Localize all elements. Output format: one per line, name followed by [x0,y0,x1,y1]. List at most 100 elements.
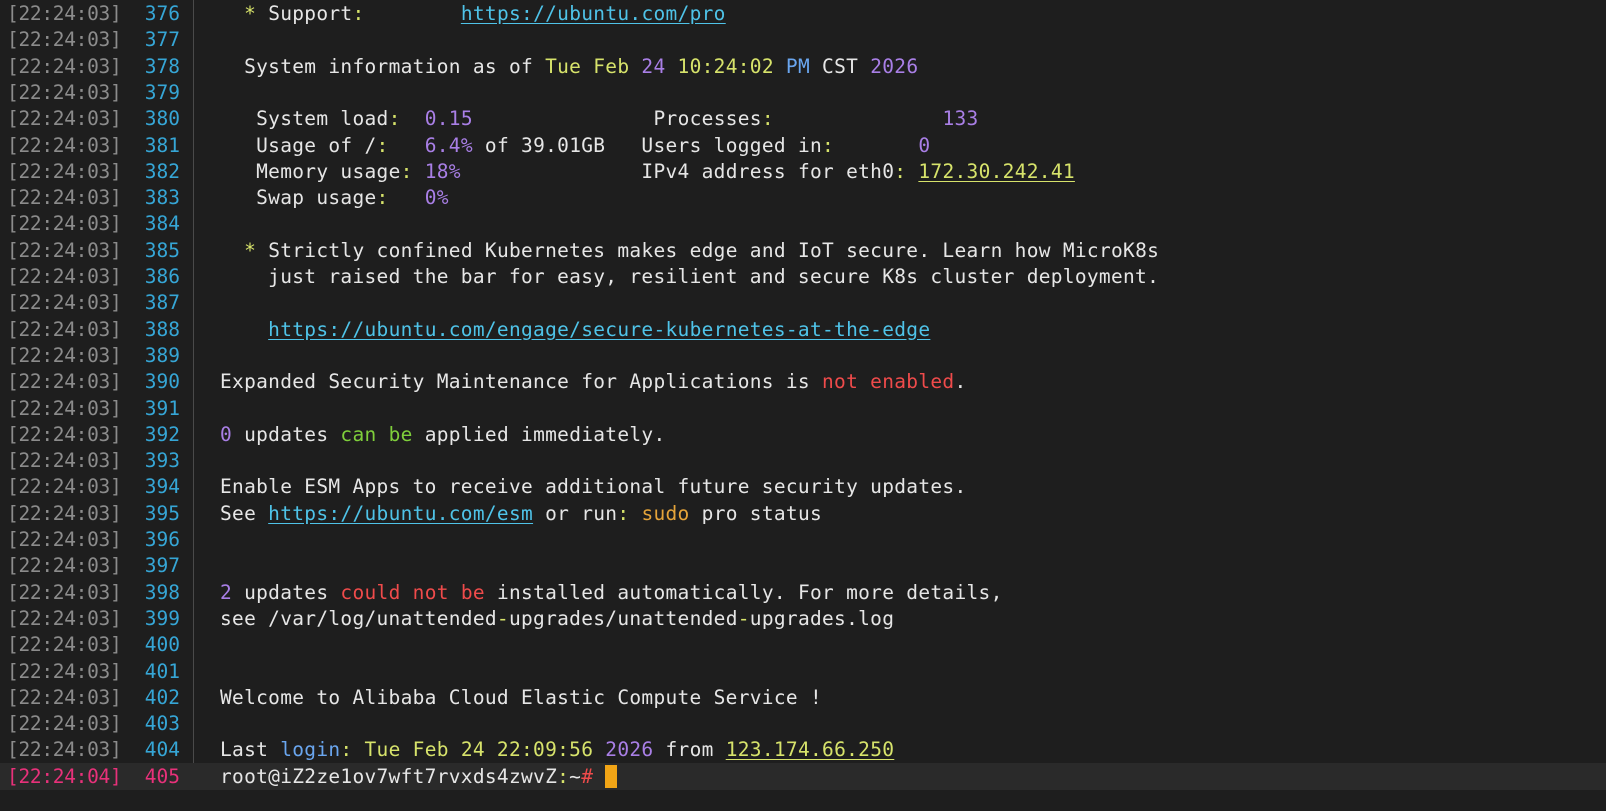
line-number: 391 [144,396,180,420]
line-timestamp: [22:24:03] [7,633,122,657]
line-number: 378 [144,54,180,78]
text-segment: Usage of / [256,133,377,157]
line-content: Last login: Tue Feb 24 22:09:56 2026 fro… [220,736,894,763]
text-segment: root@iZ2ze1ov7wft7rvxds4zwvZ [220,764,558,788]
line-timestamp: [22:24:03] [7,606,122,630]
text-segment: Swap usage [256,186,377,210]
terminal-line: [22:24:03] 388 https://ubuntu.com/engage/… [0,316,1606,343]
text-segment: 133 [942,107,979,131]
text-segment: 0 [918,133,931,157]
line-timestamp: [22:24:03] [7,133,122,157]
line-timestamp: [22:24:04] [7,764,122,788]
text-segment: could not be [340,580,485,604]
text-segment: Memory usage [256,159,401,183]
line-timestamp: [22:24:03] [7,475,122,499]
text-segment: upgrades/unattended [508,606,738,630]
line-number: 401 [144,659,180,683]
text-segment: Expanded Security Maintenance for Applic… [220,370,822,394]
text-segment: upgrades.log [749,606,895,630]
line-content[interactable]: root@iZ2ze1ov7wft7rvxds4zwvZ:~# [220,763,618,790]
text-segment: System load [256,107,389,131]
line-content: https://ubuntu.com/engage/secure-kuberne… [220,316,930,343]
terminal-line: [22:24:03] 378 System information as of T… [0,53,1606,80]
terminal-line: [22:24:03] 393 [0,447,1606,474]
terminal-line: [22:24:03] 389 [0,342,1606,369]
terminal-line: [22:24:03] 401 [0,658,1606,685]
text-segment: * [244,238,269,262]
terminal-line: [22:24:03] 381 Usage of /: 6.4% of 39.01G… [0,132,1606,159]
line-number: 384 [144,212,180,236]
text-segment: : [894,159,907,183]
text-segment: Enable ESM Apps to receive additional fu… [220,475,967,499]
text-segment: Support [268,2,353,25]
line-timestamp: [22:24:03] [7,422,122,446]
terminal-line: [22:24:03] 398 2 updates could not be inst… [0,579,1606,606]
terminal-line: [22:24:03] 394 Enable ESM Apps to receive … [0,473,1606,500]
terminal-line: [22:24:03] 385 * Strictly confined Kubern… [0,237,1606,264]
line-content: 2 updates could not be installed automat… [220,579,1003,606]
text-segment: 2 [220,580,233,604]
terminal-line: [22:24:03] 384 [0,210,1606,237]
text-segment [389,134,425,157]
text-segment: : [376,133,389,157]
line-number: 399 [144,606,180,630]
line-number: 405 [144,764,180,788]
terminal-link[interactable]: https://ubuntu.com/esm [268,502,533,525]
text-segment: : [822,133,835,157]
text-segment: System information as of [244,54,546,78]
line-number: 380 [144,107,180,131]
line-number: 404 [144,738,180,762]
terminal-line: [22:24:03] 386 just raised the bar for ea… [0,263,1606,290]
line-timestamp: [22:24:03] [7,396,122,420]
terminal-window[interactable]: [22:24:03] 376 * Support: https://ubuntu.… [0,0,1606,811]
line-content: System information as of Tue Feb 24 10:2… [220,53,918,80]
line-number: 398 [144,580,180,604]
text-segment: : [400,159,413,183]
text-segment: pro status [689,501,823,525]
line-number: 387 [144,291,180,315]
line-content: * Strictly confined Kubernetes makes edg… [220,237,1159,264]
terminal-line: [22:24:03] 399 see /var/log/unattended-upg… [0,605,1606,632]
block-cursor [605,764,618,788]
line-timestamp: [22:24:03] [7,343,122,367]
text-segment [413,160,425,183]
text-segment: Last [220,738,281,762]
text-segment: or run [533,501,618,525]
line-timestamp: [22:24:03] [7,370,122,394]
text-segment: Welcome to Alibaba Cloud Elastic Compute… [220,685,822,709]
line-content: Memory usage: 18% IPv4 address for eth0:… [220,158,1075,185]
terminal-link[interactable]: 172.30.242.41 [918,160,1075,183]
line-number: 379 [144,80,180,104]
terminal-link[interactable]: https://ubuntu.com/pro [461,2,726,25]
line-number: 376 [144,2,180,25]
line-timestamp: [22:24:03] [7,291,122,315]
line-timestamp: [22:24:03] [7,54,122,78]
prompt-line: [22:24:04] 405 root@iZ2ze1ov7wft7rvxds4zwv… [0,762,1606,790]
text-segment: 6.4% [424,133,473,157]
terminal-link[interactable]: 123.174.66.250 [726,738,895,761]
line-content: see /var/log/unattended-upgrades/unatten… [220,605,894,632]
text-segment: from [653,738,726,762]
text-segment: PM [785,54,811,78]
text-segment [906,160,918,183]
line-content: System load: 0.15 Processes: 133 [220,105,979,132]
text-segment: . [954,370,967,394]
line-number: 396 [144,528,180,551]
line-timestamp: [22:24:03] [7,238,122,262]
text-segment: - [737,606,750,630]
text-segment [629,502,641,525]
text-segment [774,107,943,130]
terminal-link[interactable]: https://ubuntu.com/engage/secure-kuberne… [268,318,930,341]
text-segment: 0% [424,186,449,210]
line-timestamp: [22:24:03] [7,501,122,525]
text-segment: Processes [472,107,762,131]
terminal-line: [22:24:03] 380 System load: 0.15 Processe… [0,105,1606,132]
line-number: 377 [144,28,180,52]
text-segment: 0.15 [424,107,473,131]
text-segment: not enabled [822,370,955,394]
terminal-line: [22:24:03] 391 [0,395,1606,422]
line-timestamp: [22:24:03] [7,28,122,52]
text-segment: : [376,186,389,210]
text-segment: - [496,606,509,630]
line-timestamp: [22:24:03] [7,107,122,131]
